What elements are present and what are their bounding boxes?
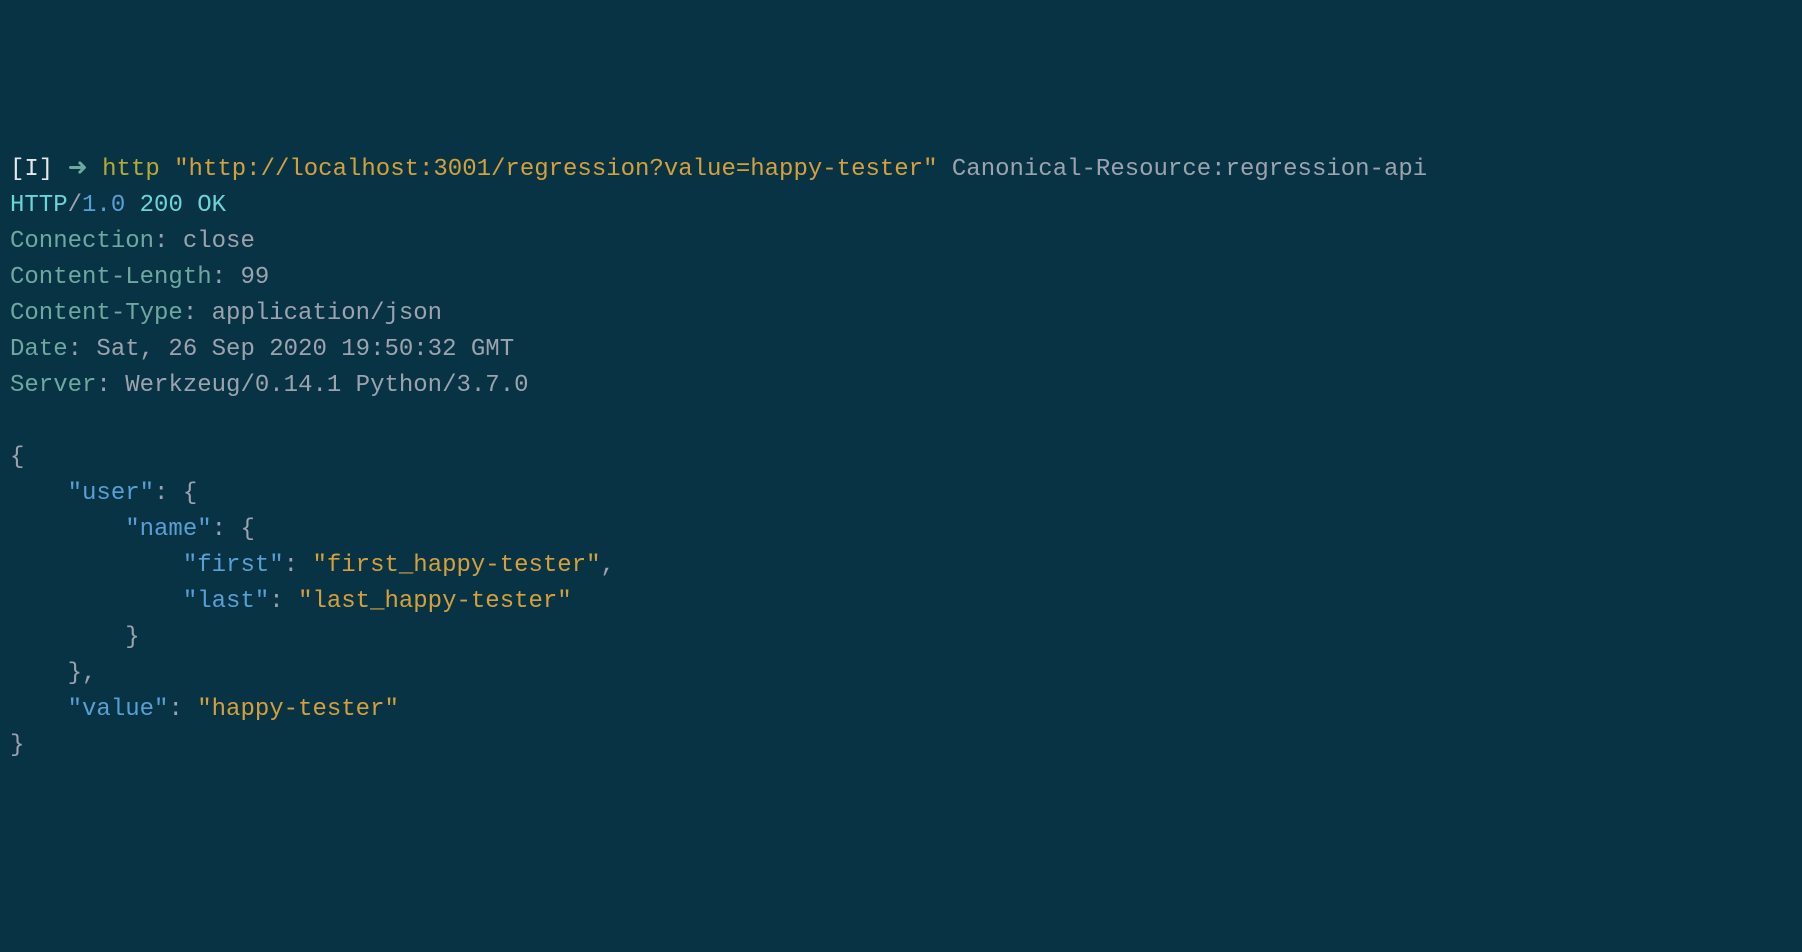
header-sep: : <box>154 228 183 255</box>
header-value: close <box>183 228 255 255</box>
http-protocol: HTTP <box>10 192 68 219</box>
json-key-name: "name" <box>125 516 211 543</box>
json-brace-close: } <box>125 624 139 651</box>
header-value: 99 <box>240 264 269 291</box>
json-key-last: "last" <box>183 588 269 615</box>
header-key: Content-Type <box>10 300 183 327</box>
http-version: 1.0 <box>82 192 125 219</box>
header-key: Content-Length <box>10 264 212 291</box>
prompt-line: [I] ➜ http "http://localhost:3001/regres… <box>10 156 1427 183</box>
http-status-text: 200 OK <box>140 192 226 219</box>
terminal-output: [I] ➜ http "http://localhost:3001/regres… <box>10 152 1792 764</box>
json-colon: : <box>284 552 313 579</box>
header-sep: : <box>96 372 125 399</box>
command-name: http <box>102 156 160 183</box>
header-key: Connection <box>10 228 154 255</box>
header-server: Server: Werkzeug/0.14.1 Python/3.7.0 <box>10 372 529 399</box>
json-key-user: "user" <box>68 480 154 507</box>
header-sep: : <box>183 300 212 327</box>
json-colon-brace: : { <box>154 480 197 507</box>
json-value-first: "first_happy-tester" <box>312 552 600 579</box>
header-content-type: Content-Type: application/json <box>10 300 442 327</box>
header-value: Sat, 26 Sep 2020 19:50:32 GMT <box>96 336 514 363</box>
json-brace-close: } <box>10 732 24 759</box>
json-value-value: "happy-tester" <box>197 696 399 723</box>
json-key-first: "first" <box>183 552 284 579</box>
header-value: Werkzeug/0.14.1 Python/3.7.0 <box>125 372 528 399</box>
json-colon: : <box>269 588 298 615</box>
command-url-arg: "http://localhost:3001/regression?value=… <box>174 156 937 183</box>
json-key-value: "value" <box>68 696 169 723</box>
prompt-mode-bracket: [I] <box>10 156 53 183</box>
header-sep: : <box>68 336 97 363</box>
json-body: { "user": { "name": { "first": "first_ha… <box>10 444 615 759</box>
json-colon: : <box>168 696 197 723</box>
header-content-length: Content-Length: 99 <box>10 264 269 291</box>
http-slash: / <box>68 192 82 219</box>
header-value: application/json <box>212 300 442 327</box>
header-key: Server <box>10 372 96 399</box>
header-date: Date: Sat, 26 Sep 2020 19:50:32 GMT <box>10 336 514 363</box>
header-connection: Connection: close <box>10 228 255 255</box>
command-header-arg: Canonical-Resource:regression-api <box>952 156 1427 183</box>
json-brace-close-comma: }, <box>68 660 97 687</box>
json-value-last: "last_happy-tester" <box>298 588 572 615</box>
header-sep: : <box>212 264 241 291</box>
http-status-line: HTTP/1.0 200 OK <box>10 192 226 219</box>
header-key: Date <box>10 336 68 363</box>
json-comma: , <box>601 552 615 579</box>
json-colon-brace: : { <box>212 516 255 543</box>
json-brace-open: { <box>10 444 24 471</box>
prompt-arrow-icon: ➜ <box>68 156 88 183</box>
